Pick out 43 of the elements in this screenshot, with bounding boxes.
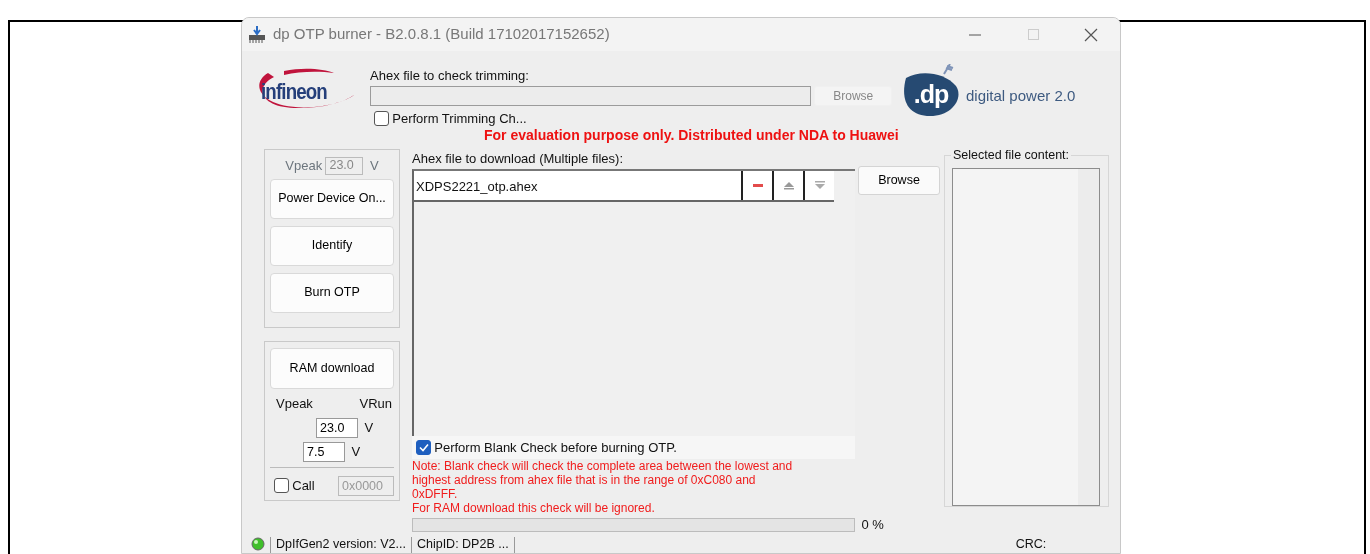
column-label: Vpeak (276, 395, 313, 413)
checkbox-label: Perform Trimming Ch... (392, 109, 527, 128)
field-label: Ahex file to check trimming: (370, 67, 530, 85)
call-checkbox[interactable] (274, 478, 289, 493)
unit-label: V (364, 418, 374, 437)
close-icon (1084, 27, 1098, 42)
blank-check-checkbox[interactable] (416, 439, 431, 455)
window-title: dp OTP burner - B2.0.8.1 (Build 17102017152652) (273, 24, 610, 45)
browse-button[interactable]: Browse (858, 166, 940, 195)
notice-text: For evaluation purpose only. Distributed under NDA to Huawei (483, 127, 900, 144)
checkbox-label: Perform Blank Check before burning OTP. (434, 438, 677, 457)
note-text: 0xDFFF. (412, 487, 459, 501)
status-text: CRC: (1015, 537, 1047, 551)
status-text: DpIfGen2 version: V2... (276, 537, 406, 551)
action-button[interactable]: Identify (270, 225, 394, 266)
up-arrow-icon (783, 180, 794, 190)
field-label: Vpeak (285, 157, 323, 175)
action-button[interactable]: Power Device On... (270, 178, 394, 219)
note-text: highest address from ahex file that is in the range of 0xC080 and (412, 473, 757, 487)
note-text: For RAM download this check will be ignored. (412, 501, 656, 515)
product-name: digital power 2.0 (966, 86, 1076, 107)
note-text: Note: Blank check will check the complete area between the lowest and (412, 459, 794, 473)
file-name: XDPS2221_otp.ahex (415, 177, 539, 196)
maximize-icon (1027, 29, 1039, 40)
company-logo-text: infineon (261, 78, 327, 106)
file-path-field[interactable] (370, 85, 811, 106)
logo-mark: .dp (913, 78, 949, 110)
column-label: VRun (359, 395, 392, 413)
voltage-input[interactable]: 7.5 (303, 441, 345, 462)
trimming-checkbox[interactable] (374, 111, 389, 126)
action-button[interactable]: Burn OTP (270, 272, 394, 313)
unit-label: V (351, 442, 361, 461)
status-text: ChipID: DP2B ... (416, 537, 509, 551)
unit-label: V (369, 157, 379, 175)
group-label: Selected file content: (951, 148, 1072, 162)
voltage-input[interactable]: 23.0 (316, 417, 358, 438)
progress-reading: 0 % (861, 516, 884, 534)
minus-icon (752, 183, 763, 187)
ram-download-button[interactable]: RAM download (270, 348, 394, 389)
field-label: Ahex file to download (Multiple files): (412, 150, 624, 168)
down-arrow-icon (814, 180, 825, 190)
checkbox-label: Call (292, 476, 315, 495)
chip-download-icon (247, 25, 267, 44)
